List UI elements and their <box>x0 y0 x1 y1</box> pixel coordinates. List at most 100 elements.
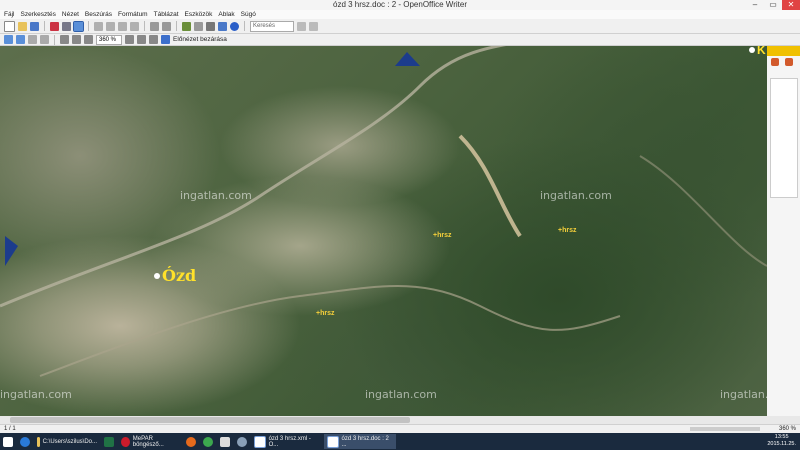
table-icon[interactable] <box>194 21 203 31</box>
town-point-icon <box>749 47 755 53</box>
menu-table[interactable]: Táblázat <box>154 10 179 19</box>
taskbar-globe[interactable] <box>234 434 250 449</box>
full-screen-icon[interactable] <box>137 35 146 44</box>
opera-icon <box>121 436 130 447</box>
city-point-icon <box>154 273 160 279</box>
find-replace-icon[interactable] <box>218 21 227 31</box>
menu-window[interactable]: Ablak <box>218 10 234 19</box>
first-page-icon[interactable] <box>28 35 37 44</box>
firefox-icon <box>186 436 196 447</box>
taskbar-explorer[interactable]: C:\Users\szilus\Do... <box>34 434 100 449</box>
watermark: ingatlan.com <box>540 189 612 202</box>
zoom-slider[interactable] <box>690 427 760 431</box>
menu-edit[interactable]: Szerkesztés <box>20 10 55 19</box>
redo-icon[interactable] <box>162 21 171 31</box>
start-button[interactable] <box>0 434 16 449</box>
close-preview-icon[interactable] <box>161 35 170 44</box>
toolbar-separator <box>176 21 177 31</box>
menu-help[interactable]: Súgó <box>241 10 256 19</box>
map-roads-overlay <box>0 46 767 377</box>
taskbar-opera[interactable]: MePAR böngésző... <box>118 434 182 449</box>
show-draw-icon[interactable] <box>206 21 215 31</box>
clock-date: 2015.11.25. <box>767 441 796 447</box>
excel-icon <box>104 436 114 447</box>
chrome-icon <box>203 436 213 447</box>
taskbar-writer-doc[interactable]: ózd 3 hrsz.doc : 2 ... <box>324 434 396 449</box>
standard-toolbar: Keresés <box>0 19 800 34</box>
open-folder-icon[interactable] <box>18 21 27 31</box>
folder-icon <box>37 436 40 447</box>
parcel-label: +hrsz <box>433 232 452 239</box>
menu-file[interactable]: Fájl <box>4 10 14 19</box>
cut-icon[interactable] <box>106 21 115 31</box>
system-clock[interactable]: 13:55 2015.11.25. <box>767 434 796 448</box>
close-preview-button[interactable]: Előnézet bezárása <box>173 36 227 43</box>
undo-icon[interactable] <box>150 21 159 31</box>
save-icon[interactable] <box>30 21 39 31</box>
toolbar-separator <box>144 21 145 31</box>
taskbar-firefox[interactable] <box>183 434 199 449</box>
taskbar-writer-xml[interactable]: ózd 3 hrsz.xml - O... <box>251 434 323 449</box>
zoom-out-icon[interactable] <box>125 35 134 44</box>
last-page-icon[interactable] <box>40 35 49 44</box>
panel-content-box <box>770 78 798 198</box>
book-preview-icon[interactable] <box>60 35 69 44</box>
watermark: ingatlan.com <box>720 388 767 401</box>
toolbar-separator <box>244 21 245 31</box>
aerial-map-image: Ózd K ingatlan.com ingatlan.com ingatlan… <box>0 46 767 416</box>
watermark: ingatlan.com <box>0 388 72 401</box>
toolbar-separator <box>44 21 45 31</box>
toolbar-separator <box>54 34 55 45</box>
two-pages-icon[interactable] <box>72 35 81 44</box>
parcel-label: +hrsz <box>558 227 577 234</box>
horizontal-scrollbar[interactable] <box>0 416 800 424</box>
print-icon[interactable] <box>62 21 71 31</box>
city-label: Ózd <box>162 266 197 285</box>
writer-icon <box>327 435 339 448</box>
writer-icon <box>254 435 266 448</box>
close-button[interactable]: ✕ <box>782 0 800 10</box>
internet-explorer-icon <box>20 436 30 447</box>
calculator-icon <box>220 436 230 447</box>
window-controls: – ▭ ✕ <box>746 0 800 10</box>
spellcheck-icon[interactable] <box>94 21 103 31</box>
taskbar-ie[interactable] <box>17 434 33 449</box>
hyperlink-icon[interactable] <box>182 21 191 31</box>
scrollbar-thumb[interactable] <box>10 417 410 423</box>
clock-time: 13:55 <box>774 434 789 440</box>
panel-close-icon[interactable] <box>785 58 793 66</box>
print-preview-icon[interactable] <box>149 35 158 44</box>
menu-format[interactable]: Formátum <box>118 10 148 19</box>
page-preview-icon[interactable] <box>73 20 84 32</box>
menu-view[interactable]: Nézet <box>62 10 79 19</box>
previous-page-icon[interactable] <box>4 35 13 44</box>
next-page-icon[interactable] <box>16 35 25 44</box>
paste-icon[interactable] <box>130 21 139 31</box>
find-next-icon[interactable] <box>297 21 306 31</box>
watermark: ingatlan.com <box>365 388 437 401</box>
map-marker-icon <box>5 236 18 266</box>
help-icon[interactable] <box>230 21 239 31</box>
taskbar-excel[interactable] <box>101 434 117 449</box>
zoom-in-icon[interactable] <box>84 35 93 44</box>
menu-insert[interactable]: Beszúrás <box>85 10 112 19</box>
taskbar-chrome[interactable] <box>200 434 216 449</box>
preview-toolbar: 360 % Előnézet bezárása <box>0 34 800 46</box>
panel-tool-icon[interactable] <box>771 58 779 66</box>
right-side-panel <box>767 46 800 416</box>
taskbar: C:\Users\szilus\Do... MePAR böngésző... … <box>0 433 800 450</box>
copy-icon[interactable] <box>118 21 127 31</box>
search-input[interactable]: Keresés <box>250 20 294 32</box>
menu-tools[interactable]: Eszközök <box>185 10 213 19</box>
minimize-button[interactable]: – <box>746 0 764 10</box>
find-previous-icon[interactable] <box>309 21 318 31</box>
toolbar-separator <box>88 21 89 31</box>
zoom-field[interactable]: 360 % <box>96 34 122 45</box>
maximize-button[interactable]: ▭ <box>764 0 782 10</box>
taskbar-calculator[interactable] <box>217 434 233 449</box>
north-marker-icon <box>395 52 420 66</box>
window-titlebar: ózd 3 hrsz.doc : 2 - OpenOffice Writer –… <box>0 0 800 10</box>
export-pdf-icon[interactable] <box>50 21 59 31</box>
new-document-icon[interactable] <box>4 20 15 32</box>
window-title: ózd 3 hrsz.doc : 2 - OpenOffice Writer <box>333 0 467 9</box>
